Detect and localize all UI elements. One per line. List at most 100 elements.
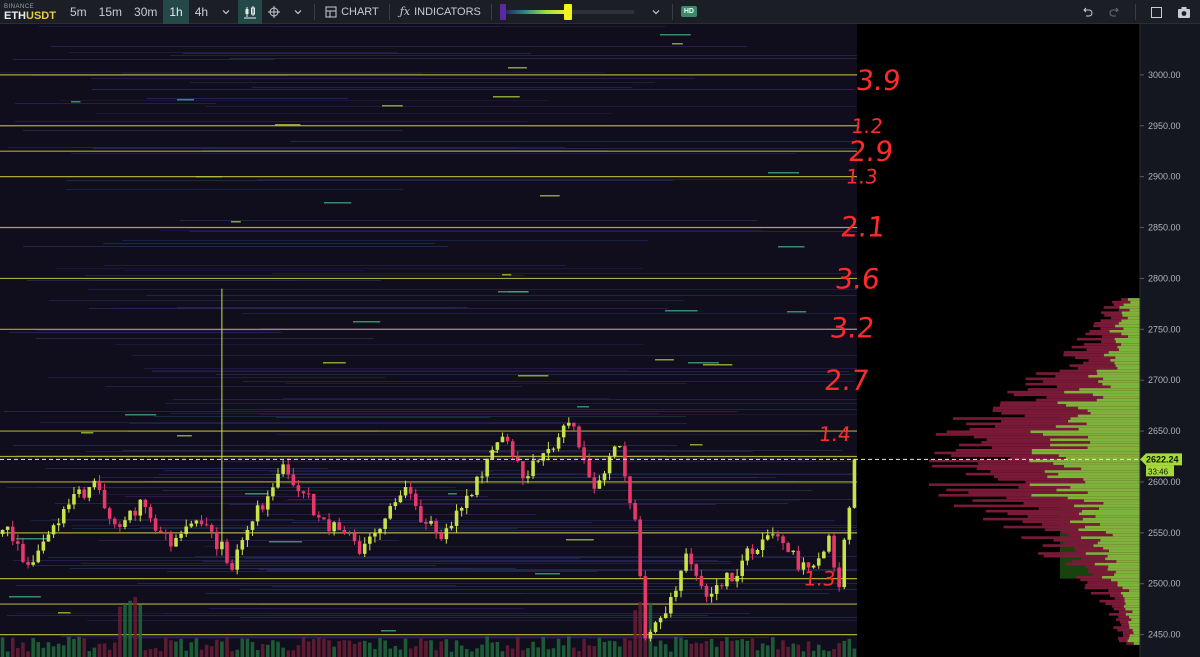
volume-profile-buy-row <box>1096 398 1140 402</box>
volume-bar <box>689 643 693 657</box>
price-axis[interactable] <box>1140 24 1200 657</box>
candle-body <box>832 535 836 568</box>
volume-profile-buy-row <box>1117 366 1140 370</box>
camera-icon[interactable] <box>1172 0 1196 24</box>
candle-body <box>128 510 132 521</box>
volume-bar <box>250 642 255 657</box>
handwritten-ratio-annotation: 1.3 <box>802 567 836 591</box>
chevron-down-icon[interactable] <box>214 0 238 24</box>
candle-body <box>500 436 505 443</box>
timeframe-15m[interactable]: 15m <box>93 0 128 24</box>
candle-body <box>454 510 459 526</box>
candle-body <box>194 520 199 524</box>
volume-bar <box>694 642 699 657</box>
candle-body <box>485 458 489 477</box>
slider-min-handle[interactable] <box>499 3 506 20</box>
heatmap-line <box>66 638 682 639</box>
candle-body <box>653 622 658 632</box>
timeframe-5m[interactable]: 5m <box>64 0 93 24</box>
redo-icon[interactable] <box>1103 0 1127 24</box>
volume-profile-buy-row <box>1108 351 1140 354</box>
volume-bar <box>21 642 25 657</box>
heatmap-line <box>119 568 474 569</box>
volume-profile-buy-row <box>1100 538 1140 542</box>
candle-body <box>612 446 617 457</box>
volume-bar <box>327 640 331 657</box>
volume-profile-buy-row <box>1031 448 1140 452</box>
candle-body <box>408 487 413 494</box>
heatmap-intensity-slider[interactable] <box>499 3 634 20</box>
candle-body <box>551 448 556 450</box>
volume-bar <box>393 645 398 657</box>
heatmap-line <box>242 313 857 314</box>
candle-body <box>179 533 183 538</box>
volume-profile-buy-row <box>1115 356 1140 360</box>
volume-profile-buy-row <box>1031 451 1140 455</box>
candle-body <box>347 533 352 535</box>
price-chart[interactable]: 3.91.22.91.32.13.63.22.71.41.3 3000.0029… <box>0 24 1200 657</box>
volume-bar <box>566 636 571 657</box>
candles-icon[interactable] <box>238 0 263 24</box>
heatmap-line <box>13 560 718 561</box>
timeframe-1h[interactable]: 1h <box>163 0 189 24</box>
fx-icon: ƒx <box>399 5 411 18</box>
volume-profile-buy-row <box>1118 348 1140 352</box>
window-icon[interactable] <box>1144 0 1168 24</box>
axis-tick-label: 2850.00 <box>1148 223 1181 233</box>
candle-body <box>704 586 709 597</box>
heatmap-line <box>206 593 829 594</box>
candle-body <box>577 426 581 448</box>
indicators-label: INDICATORS <box>414 5 481 18</box>
indicators-button[interactable]: ƒx INDICATORS <box>394 0 487 24</box>
crosshair-icon[interactable] <box>262 0 286 24</box>
heatmap-spot <box>768 172 800 174</box>
volume-profile-buy-row <box>1067 496 1140 500</box>
candle-body <box>46 534 51 542</box>
volume-profile-buy-row <box>1055 425 1140 428</box>
candle-body <box>429 520 433 524</box>
volume-profile-buy-row <box>1107 568 1140 571</box>
volume-profile-buy-row <box>1123 605 1140 608</box>
candle-body <box>291 474 296 486</box>
candle-body <box>755 549 760 554</box>
timeframe-4h[interactable]: 4h <box>189 0 214 24</box>
volume-profile-buy-row <box>1122 594 1140 598</box>
candle-body <box>352 533 357 542</box>
chevron-down-icon[interactable] <box>644 0 668 24</box>
chevron-down-icon[interactable] <box>286 0 310 24</box>
volume-bar <box>816 644 821 657</box>
volume-bar <box>582 639 586 657</box>
chart-button[interactable]: CHART <box>319 0 385 24</box>
slider-max-handle[interactable] <box>563 3 572 20</box>
undo-icon[interactable] <box>1075 0 1099 24</box>
candle-body <box>107 508 112 519</box>
axis-tick-label: 2900.00 <box>1148 172 1181 182</box>
candle-body <box>276 473 280 488</box>
volume-profile-buy-row <box>1107 554 1140 558</box>
heatmap-line <box>69 52 398 53</box>
candle-body <box>847 507 852 540</box>
heatmap-line <box>229 504 716 505</box>
candle-body <box>572 422 576 427</box>
volume-bar <box>796 644 801 657</box>
heatmap-line <box>92 89 855 90</box>
candle-body <box>51 525 56 535</box>
volume-bar <box>169 640 173 657</box>
volume-bar <box>311 638 316 657</box>
heatmap-line <box>173 399 857 400</box>
hd-toggle[interactable]: HD <box>677 0 701 24</box>
heatmap-line <box>46 468 329 469</box>
volume-bar <box>158 651 163 657</box>
handwritten-ratio-annotation: 2.1 <box>839 211 887 244</box>
heatmap-line <box>93 148 857 149</box>
volume-profile-buy-row <box>1110 385 1140 389</box>
timeframe-30m[interactable]: 30m <box>128 0 163 24</box>
candle-body <box>413 493 418 507</box>
candle-body <box>260 505 265 510</box>
heatmap-spot <box>448 493 457 495</box>
volume-bar <box>419 638 423 657</box>
candle-body <box>546 449 551 454</box>
heatmap-line <box>195 556 857 557</box>
symbol-selector[interactable]: BINANCE ETHUSDT <box>0 3 64 22</box>
volume-bar <box>118 606 122 657</box>
